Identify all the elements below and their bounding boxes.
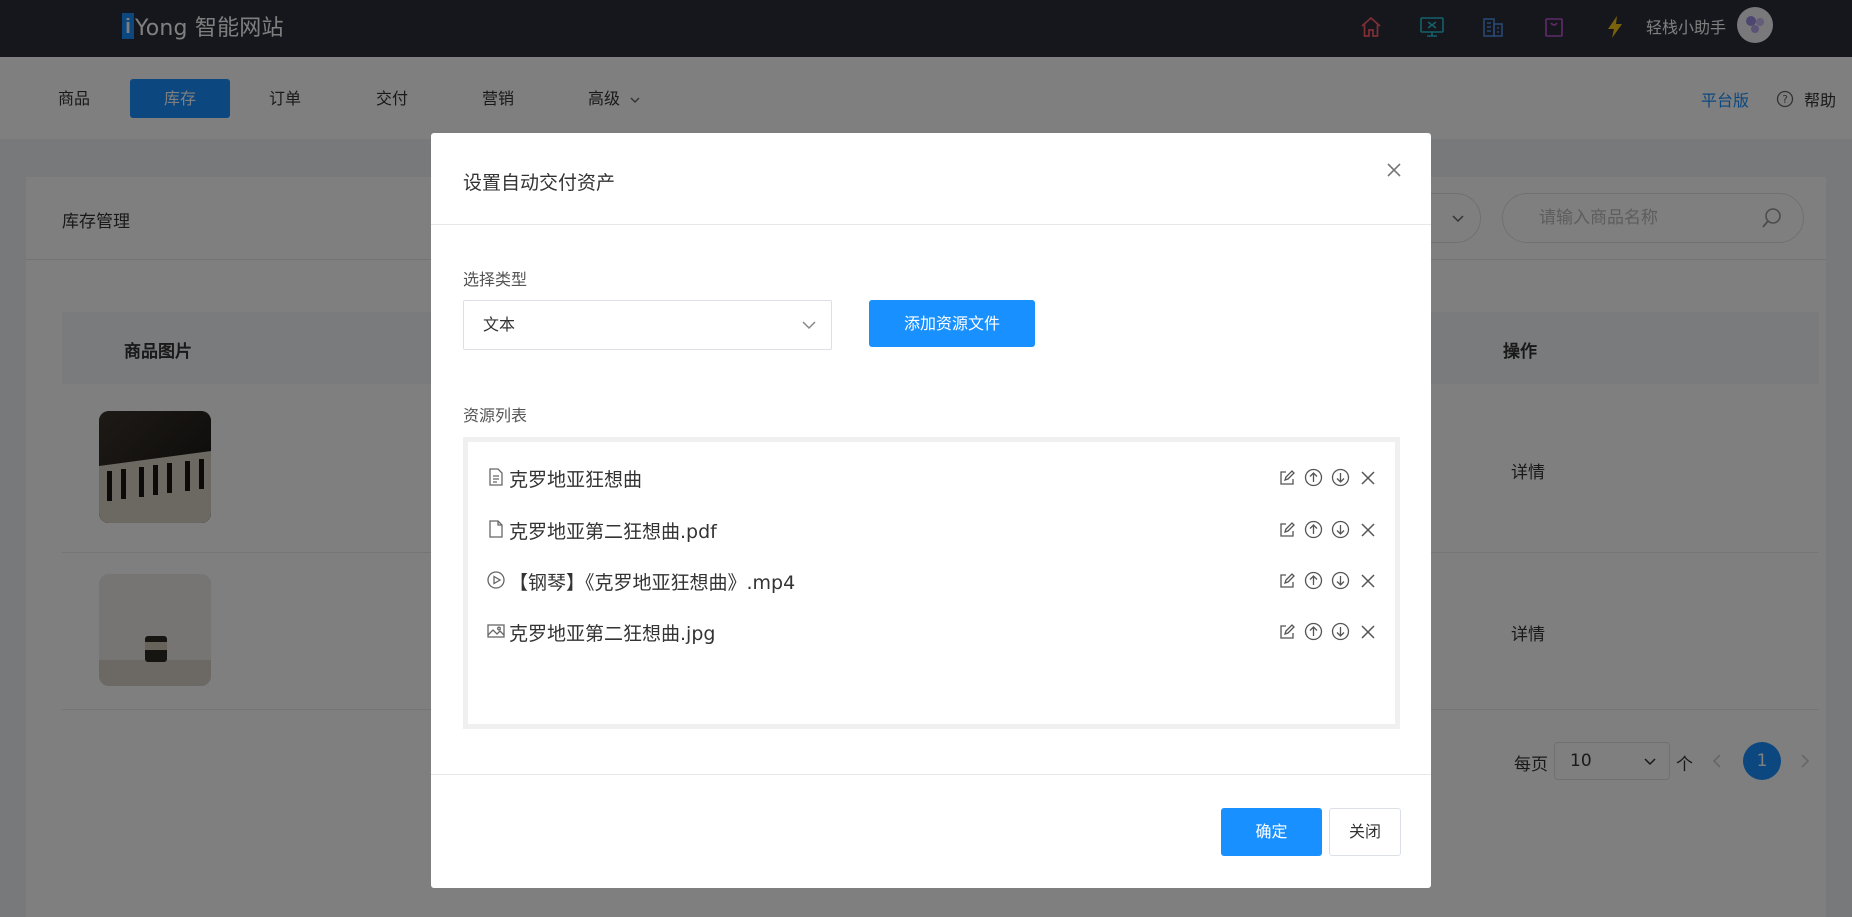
modal-title: 设置自动交付资产: [463, 172, 616, 194]
close-icon[interactable]: [1379, 155, 1409, 185]
edit-icon[interactable]: [1276, 519, 1297, 540]
delete-icon[interactable]: [1357, 519, 1378, 540]
video-play-icon: [486, 570, 506, 590]
delete-icon[interactable]: [1357, 570, 1378, 591]
resource-actions: [1276, 621, 1378, 642]
resource-actions: [1276, 467, 1378, 488]
chevron-down-icon: [802, 321, 816, 330]
modal-footer-divider: [431, 774, 1431, 775]
move-down-icon[interactable]: [1330, 519, 1351, 540]
add-resource-button[interactable]: 添加资源文件: [869, 300, 1035, 347]
list-item: 克罗地亚第二狂想曲.jpg: [486, 616, 1386, 646]
move-down-icon[interactable]: [1330, 570, 1351, 591]
list-item: 克罗地亚狂想曲: [486, 462, 1386, 492]
resource-name: 【钢琴】《克罗地亚狂想曲》.mp4: [509, 572, 796, 594]
edit-icon[interactable]: [1276, 570, 1297, 591]
move-up-icon[interactable]: [1303, 519, 1324, 540]
resource-list-label: 资源列表: [463, 406, 528, 425]
confirm-button[interactable]: 确定: [1221, 808, 1322, 856]
image-icon: [486, 621, 506, 641]
list-item: 【钢琴】《克罗地亚狂想曲》.mp4: [486, 565, 1386, 595]
resource-name: 克罗地亚狂想曲: [509, 469, 643, 491]
move-up-icon[interactable]: [1303, 467, 1324, 488]
resource-actions: [1276, 570, 1378, 591]
resource-actions: [1276, 519, 1378, 540]
resource-name: 克罗地亚第二狂想曲.jpg: [509, 623, 716, 645]
modal-header-divider: [431, 224, 1431, 225]
type-select-value: 文本: [483, 315, 516, 334]
edit-icon[interactable]: [1276, 467, 1297, 488]
move-down-icon[interactable]: [1330, 467, 1351, 488]
auto-delivery-modal: 设置自动交付资产 选择类型 文本 添加资源文件 资源列表 克罗地亚狂想曲 克罗地…: [431, 133, 1431, 888]
type-label: 选择类型: [463, 270, 528, 289]
text-file-icon: [486, 467, 506, 487]
edit-icon[interactable]: [1276, 621, 1297, 642]
delete-icon[interactable]: [1357, 621, 1378, 642]
pdf-file-icon: [486, 519, 506, 539]
resource-name: 克罗地亚第二狂想曲.pdf: [509, 521, 717, 543]
type-select[interactable]: 文本: [463, 300, 832, 350]
close-button[interactable]: 关闭: [1329, 808, 1401, 856]
move-down-icon[interactable]: [1330, 621, 1351, 642]
move-up-icon[interactable]: [1303, 621, 1324, 642]
move-up-icon[interactable]: [1303, 570, 1324, 591]
resource-list: 克罗地亚狂想曲 克罗地亚第二狂想曲.pdf 【钢琴】《克罗地亚狂想曲》.mp4 …: [463, 437, 1400, 729]
list-item: 克罗地亚第二狂想曲.pdf: [486, 514, 1386, 544]
delete-icon[interactable]: [1357, 467, 1378, 488]
